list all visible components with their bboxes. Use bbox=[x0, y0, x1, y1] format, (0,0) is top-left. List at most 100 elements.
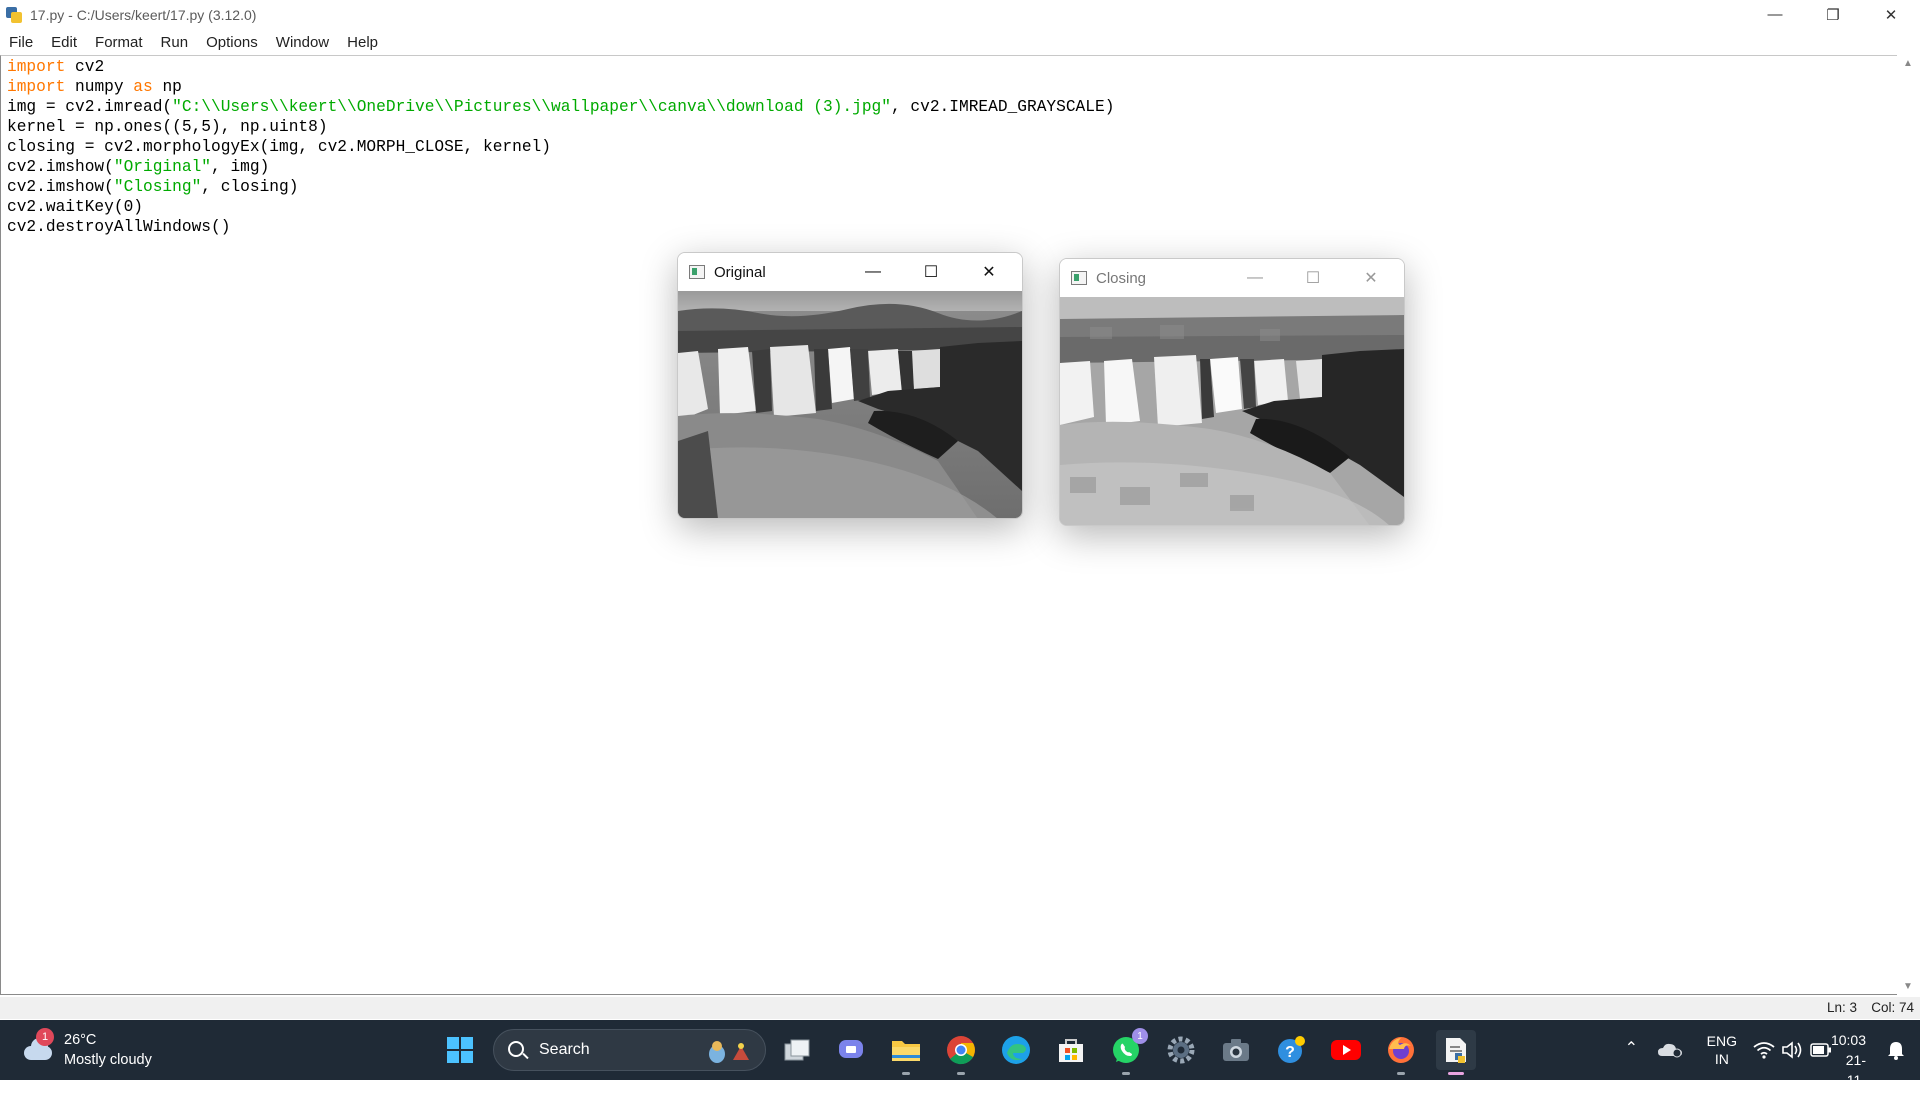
minimize-button[interactable]: — bbox=[1746, 0, 1804, 29]
code-line[interactable]: closing = cv2.morphologyEx(img, cv2.MORP… bbox=[7, 137, 1114, 157]
waterfall-closing-image bbox=[1060, 297, 1404, 525]
language-indicator[interactable]: ENG IN bbox=[1707, 1032, 1737, 1068]
clock-time: 10:03 bbox=[1830, 1032, 1866, 1048]
start-button[interactable] bbox=[440, 1030, 480, 1070]
youtube-button[interactable] bbox=[1326, 1030, 1366, 1070]
active-indicator bbox=[1448, 1072, 1464, 1075]
whatsapp-button[interactable]: 1 bbox=[1106, 1028, 1148, 1075]
battery-icon[interactable] bbox=[1810, 1043, 1832, 1057]
code-token: import bbox=[7, 78, 66, 96]
close-icon[interactable]: ✕ bbox=[1342, 259, 1400, 297]
onedrive-icon[interactable] bbox=[1657, 1040, 1683, 1058]
chat-icon bbox=[839, 1040, 863, 1058]
code-line[interactable]: cv2.imshow("Closing", closing) bbox=[7, 177, 1114, 197]
weather-widget[interactable]: 1 26°C Mostly cloudy bbox=[22, 1028, 202, 1070]
camera-icon bbox=[1223, 1039, 1249, 1061]
closing-image-window[interactable]: Closing — ☐ ✕ bbox=[1059, 258, 1405, 526]
code-text[interactable]: import cv2 import numpy as np img = cv2.im… bbox=[7, 57, 1114, 237]
vertical-scrollbar[interactable]: ▲ ▼ bbox=[1898, 55, 1920, 995]
close-icon[interactable]: ✕ bbox=[960, 253, 1018, 291]
clock[interactable]: 10:03 21-11-2023 bbox=[1831, 1030, 1866, 1110]
waterfall-original-image bbox=[678, 291, 1022, 518]
maximize-icon[interactable]: ☐ bbox=[1284, 259, 1342, 297]
opencv-window-icon bbox=[689, 265, 705, 279]
code-token: closing = cv2.morphologyEx(img, cv2.MORP… bbox=[7, 138, 551, 156]
idle-editor-button[interactable] bbox=[1436, 1030, 1476, 1075]
settings-button[interactable] bbox=[1161, 1030, 1201, 1070]
restore-button[interactable]: ❐ bbox=[1804, 0, 1862, 29]
code-token: as bbox=[133, 78, 153, 96]
idle-file-icon bbox=[1446, 1038, 1466, 1063]
taskbar-search-box[interactable]: Search bbox=[493, 1029, 766, 1071]
clock-date: 21-11-2023 bbox=[1834, 1052, 1866, 1108]
code-token: img = cv2.imread( bbox=[7, 98, 173, 116]
get-help-button[interactable]: ? bbox=[1271, 1030, 1311, 1070]
minimize-icon[interactable]: — bbox=[1226, 259, 1284, 297]
closing-title-bar[interactable]: Closing — ☐ ✕ bbox=[1060, 259, 1404, 297]
closing-window-title: Closing bbox=[1096, 269, 1147, 287]
weather-badge: 1 bbox=[36, 1028, 54, 1046]
search-label: Search bbox=[539, 1041, 590, 1058]
weather-condition: Mostly cloudy bbox=[64, 1052, 152, 1068]
code-token: "C:\\Users\\keert\\OneDrive\\Pictures\\w… bbox=[172, 98, 891, 116]
code-token: "Original" bbox=[113, 158, 212, 176]
code-line[interactable]: cv2.destroyAllWindows() bbox=[7, 217, 1114, 237]
task-view-button[interactable] bbox=[777, 1030, 817, 1070]
python-idle-icon bbox=[5, 6, 23, 24]
title-bar: 17.py - C:/Users/keert/17.py (3.12.0) — … bbox=[0, 0, 1920, 29]
show-hidden-icons-chevron-icon[interactable]: ⌃ bbox=[1625, 1038, 1638, 1058]
code-line[interactable]: import cv2 bbox=[7, 57, 1114, 77]
edge-button[interactable] bbox=[996, 1030, 1036, 1070]
code-line[interactable]: kernel = np.ones((5,5), np.uint8) bbox=[7, 117, 1114, 137]
code-token: , cv2.IMREAD_GRAYSCALE) bbox=[890, 98, 1115, 116]
original-window-title: Original bbox=[714, 263, 766, 281]
code-token: cv2.imshow( bbox=[7, 158, 114, 176]
opencv-window-icon bbox=[1071, 271, 1087, 285]
original-title-bar[interactable]: Original — ☐ ✕ bbox=[678, 253, 1022, 291]
youtube-icon bbox=[1331, 1040, 1361, 1060]
running-indicator bbox=[1122, 1072, 1130, 1075]
firefox-button[interactable] bbox=[1381, 1030, 1421, 1075]
code-token: kernel = np.ones((5,5), np.uint8) bbox=[7, 118, 328, 136]
maximize-icon[interactable]: ☐ bbox=[902, 253, 960, 291]
gear-icon bbox=[1167, 1036, 1195, 1064]
taskbar: 1 26°C Mostly cloudy Search 1 ? ⌃ ENG IN… bbox=[0, 1020, 1920, 1108]
store-button[interactable] bbox=[1051, 1030, 1091, 1070]
code-line[interactable]: img = cv2.imread("C:\\Users\\keert\\OneD… bbox=[7, 97, 1114, 117]
firefox-icon bbox=[1388, 1037, 1414, 1063]
code-token: , img) bbox=[211, 158, 270, 176]
scroll-up-icon[interactable]: ▲ bbox=[1903, 58, 1913, 69]
volume-icon[interactable] bbox=[1781, 1041, 1803, 1059]
scroll-down-icon[interactable]: ▼ bbox=[1903, 981, 1913, 992]
menu-edit[interactable]: Edit bbox=[51, 34, 77, 51]
minimize-icon[interactable]: — bbox=[844, 253, 902, 291]
line-number: Ln: 3 bbox=[1826, 1000, 1857, 1015]
help-icon: ? bbox=[1278, 1036, 1305, 1063]
code-token: cv2.imshow( bbox=[7, 178, 114, 196]
menu-options[interactable]: Options bbox=[206, 34, 258, 51]
running-indicator bbox=[957, 1072, 965, 1075]
search-highlight-icon bbox=[709, 1041, 749, 1063]
close-button[interactable]: ✕ bbox=[1862, 0, 1920, 29]
code-line[interactable]: import numpy as np bbox=[7, 77, 1114, 97]
menu-format[interactable]: Format bbox=[95, 34, 143, 51]
code-line[interactable]: cv2.waitKey(0) bbox=[7, 197, 1114, 217]
menu-window[interactable]: Window bbox=[276, 34, 329, 51]
camera-button[interactable] bbox=[1216, 1030, 1256, 1070]
menu-help[interactable]: Help bbox=[347, 34, 378, 51]
windows-logo-icon bbox=[447, 1037, 473, 1063]
file-explorer-button[interactable] bbox=[886, 1030, 926, 1075]
wifi-icon[interactable] bbox=[1753, 1041, 1775, 1059]
teams-chat-button[interactable] bbox=[831, 1030, 871, 1070]
notification-bell-icon[interactable] bbox=[1887, 1040, 1905, 1060]
original-image-window[interactable]: Original — ☐ ✕ bbox=[677, 252, 1023, 519]
menu-run[interactable]: Run bbox=[161, 34, 189, 51]
chrome-button[interactable] bbox=[941, 1030, 981, 1075]
folder-icon bbox=[892, 1041, 920, 1061]
menu-file[interactable]: File bbox=[9, 34, 33, 51]
weather-temperature: 26°C bbox=[64, 1032, 97, 1048]
code-line[interactable]: cv2.imshow("Original", img) bbox=[7, 157, 1114, 177]
running-indicator bbox=[1397, 1072, 1405, 1075]
code-editor[interactable]: import cv2 import numpy as np img = cv2.im… bbox=[0, 55, 1897, 995]
code-token: cv2.destroyAllWindows() bbox=[7, 218, 231, 236]
